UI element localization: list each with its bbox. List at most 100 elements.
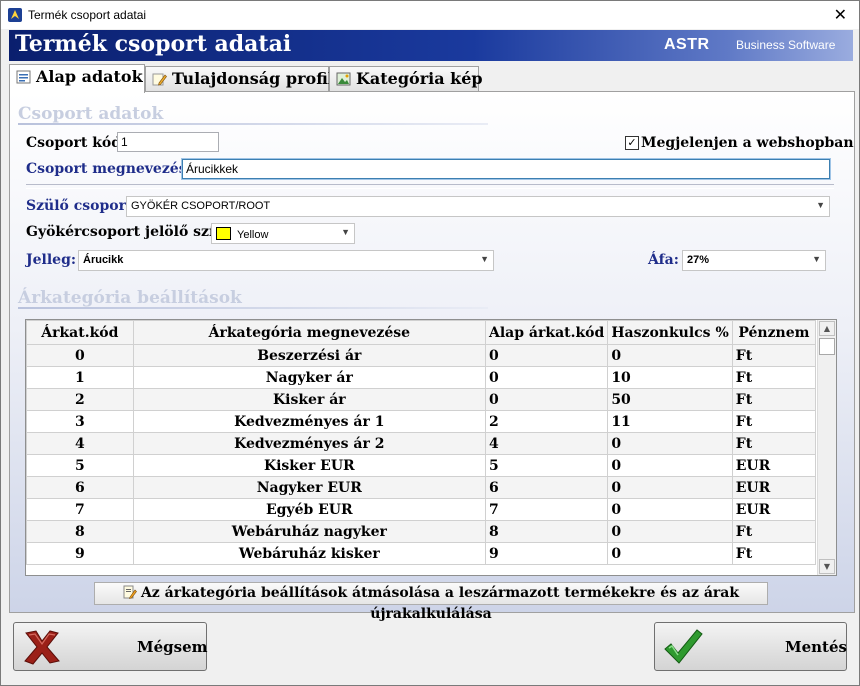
cell-name: Beszerzési ár xyxy=(132,344,487,367)
window-title: Termék csoport adatai xyxy=(28,8,147,22)
parent-group-select[interactable]: GYÖKÉR CSOPORT/ROOT ▼ xyxy=(126,196,830,217)
column-header[interactable]: Árkategória megnevezése xyxy=(132,320,487,345)
cell-name: Nagyker EUR xyxy=(132,476,487,499)
type-label: Jelleg: xyxy=(26,252,77,268)
column-header[interactable]: Haszonkulcs % xyxy=(607,320,733,345)
parent-group-value: GYÖKÉR CSOPORT/ROOT xyxy=(131,200,271,212)
cell-code: 0 xyxy=(26,344,134,367)
cell-margin: 50 xyxy=(607,388,733,411)
cell-name: Kisker ár xyxy=(132,388,487,411)
cell-name: Kedvezményes ár 2 xyxy=(132,432,487,455)
cell-code: 6 xyxy=(26,476,134,499)
cell-base-code: 9 xyxy=(484,542,609,565)
root-color-label: Gyökércsoport jelölő színe: xyxy=(26,224,239,240)
close-icon[interactable]: ✕ xyxy=(834,5,847,25)
checkmark-icon xyxy=(664,629,703,664)
cell-currency: Ft xyxy=(731,344,817,367)
cell-code: 4 xyxy=(26,432,134,455)
cell-name: Kisker EUR xyxy=(132,454,487,477)
tab-content-alap-adatok: Csoport adatok Csoport kód: ✓ Megjelenje… xyxy=(9,91,855,622)
cell-currency: Ft xyxy=(731,388,817,411)
column-header[interactable]: Alap árkat.kód xyxy=(484,320,609,345)
cell-currency: EUR xyxy=(731,476,817,499)
cell-name: Nagyker ár xyxy=(132,366,487,389)
cell-code: 1 xyxy=(26,366,134,389)
title-bar: Termék csoport adatai ✕ xyxy=(1,1,859,29)
copy-price-settings-button[interactable]: Az árkategória beállítások átmásolása a … xyxy=(94,582,768,622)
table-row[interactable]: 4 Kedvezményes ár 2 4 0 Ft xyxy=(26,432,817,455)
tab-alap-adatok[interactable]: Alap adatok xyxy=(9,64,145,93)
cell-base-code: 4 xyxy=(484,432,609,455)
group-code-label: Csoport kód: xyxy=(26,135,127,151)
cell-currency: Ft xyxy=(731,432,817,455)
cell-margin: 11 xyxy=(607,410,733,433)
tab-label: Alap adatok xyxy=(36,67,143,86)
save-label: Mentés xyxy=(785,638,847,656)
cell-base-code: 5 xyxy=(484,454,609,477)
cell-currency: EUR xyxy=(731,498,817,521)
edit-icon xyxy=(152,73,167,86)
table-row[interactable]: 6 Nagyker EUR 6 0 EUR xyxy=(26,476,817,499)
table-row[interactable]: 7 Egyéb EUR 7 0 EUR xyxy=(26,498,817,521)
root-color-value: Yellow xyxy=(237,229,269,241)
tab-label: Tulajdonság profil xyxy=(172,69,334,88)
checkbox-box[interactable]: ✓ xyxy=(625,136,639,150)
cell-code: 2 xyxy=(26,388,134,411)
section-csoport-adatok: Csoport adatok xyxy=(18,104,164,124)
scroll-down-icon[interactable]: ▼ xyxy=(819,559,835,574)
table-row[interactable]: 2 Kisker ár 0 50 Ft xyxy=(26,388,817,411)
scroll-up-icon[interactable]: ▲ xyxy=(819,321,835,336)
tab-label: Kategória kép xyxy=(356,69,483,88)
tab-tulajdonsag-profil[interactable]: Tulajdonság profil xyxy=(145,66,334,91)
group-code-input[interactable] xyxy=(117,132,219,152)
root-color-select[interactable]: Yellow ▼ xyxy=(211,223,355,244)
tab-kategoria-kep[interactable]: Kategória kép xyxy=(329,66,483,91)
cell-name: Webáruház nagyker xyxy=(132,520,487,543)
section-divider xyxy=(18,123,488,125)
cell-code: 5 xyxy=(26,454,134,477)
cell-currency: Ft xyxy=(731,366,817,389)
cancel-x-icon xyxy=(24,630,60,665)
vat-label: Áfa: xyxy=(648,252,679,268)
cell-code: 7 xyxy=(26,498,134,521)
cell-margin: 0 xyxy=(607,454,733,477)
price-category-grid[interactable]: Árkat.kód Árkategória megnevezése Alap á… xyxy=(25,319,837,576)
table-row[interactable]: 8 Webáruház nagyker 8 0 Ft xyxy=(26,520,817,543)
document-edit-icon xyxy=(123,585,137,599)
group-name-label: Csoport megnevezése: xyxy=(26,161,201,177)
table-row[interactable]: 9 Webáruház kisker 9 0 Ft xyxy=(26,542,817,565)
scroll-thumb[interactable] xyxy=(819,338,835,355)
type-select[interactable]: Árucikk ▼ xyxy=(78,250,494,271)
app-icon xyxy=(8,8,22,22)
cell-currency: Ft xyxy=(731,520,817,543)
header-banner: Termék csoport adatai ASTR Business Soft… xyxy=(9,30,853,61)
brand-suffix: Business Software xyxy=(736,38,836,52)
cancel-label: Mégsem xyxy=(137,638,208,656)
table-row[interactable]: 0 Beszerzési ár 0 0 Ft xyxy=(26,344,817,367)
form-icon xyxy=(16,70,31,84)
grid-scrollbar[interactable]: ▲ ▼ xyxy=(817,320,836,575)
type-value: Árucikk xyxy=(83,254,124,266)
cell-margin: 0 xyxy=(607,344,733,367)
section-divider xyxy=(18,307,488,309)
table-header-row: Árkat.kód Árkategória megnevezése Alap á… xyxy=(26,320,817,345)
table-row[interactable]: 3 Kedvezményes ár 1 2 11 Ft xyxy=(26,410,817,433)
save-button[interactable]: Mentés xyxy=(654,622,847,671)
cell-code: 9 xyxy=(26,542,134,565)
vat-value: 27% xyxy=(687,254,710,266)
cell-base-code: 0 xyxy=(484,366,609,389)
vat-select[interactable]: 27% ▼ xyxy=(682,250,826,271)
cell-margin: 0 xyxy=(607,542,733,565)
color-swatch xyxy=(216,227,231,240)
table-row[interactable]: 1 Nagyker ár 0 10 Ft xyxy=(26,366,817,389)
column-header[interactable]: Árkat.kód xyxy=(26,320,134,345)
cancel-button[interactable]: Mégsem xyxy=(13,622,208,671)
table-row[interactable]: 5 Kisker EUR 5 0 EUR xyxy=(26,454,817,477)
cell-code: 8 xyxy=(26,520,134,543)
group-name-input[interactable] xyxy=(182,159,830,179)
cell-base-code: 0 xyxy=(484,388,609,411)
chevron-down-icon: ▼ xyxy=(816,200,825,210)
parent-group-label: Szülő csoport: xyxy=(26,198,138,214)
column-header[interactable]: Pénznem xyxy=(731,320,817,345)
cell-base-code: 8 xyxy=(484,520,609,543)
